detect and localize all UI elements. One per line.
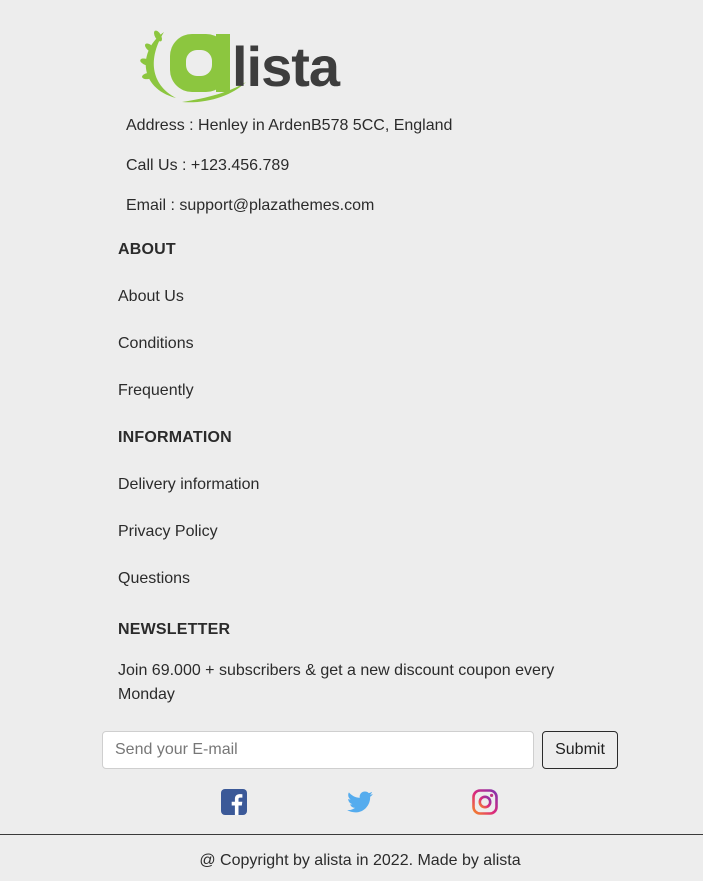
link-delivery-information[interactable]: Delivery information: [118, 475, 259, 495]
newsletter-submit-button[interactable]: Submit: [542, 731, 618, 769]
link-about-us[interactable]: About Us: [118, 287, 184, 307]
facebook-icon[interactable]: [220, 788, 248, 816]
information-heading: INFORMATION: [118, 429, 232, 446]
about-heading: ABOUT: [118, 241, 176, 258]
newsletter-email-input[interactable]: [102, 731, 534, 769]
link-frequently[interactable]: Frequently: [118, 381, 194, 401]
contact-phone: Call Us : +123.456.789: [126, 157, 290, 174]
newsletter-heading: NEWSLETTER: [118, 621, 231, 638]
footer-page: lista Address : Henley in ArdenB578 5CC,…: [0, 0, 703, 881]
alista-logo[interactable]: lista: [134, 22, 374, 106]
logo-text: lista: [232, 35, 341, 98]
copyright-text: @ Copyright by alista in 2022. Made by a…: [199, 852, 521, 869]
twitter-icon[interactable]: [346, 788, 374, 816]
link-privacy-policy[interactable]: Privacy Policy: [118, 522, 218, 542]
newsletter-description: Join 69.000 + subscribers & get a new di…: [118, 662, 555, 703]
contact-email: Email : support@plazathemes.com: [126, 197, 375, 214]
contact-address: Address : Henley in ArdenB578 5CC, Engla…: [126, 117, 453, 134]
instagram-icon[interactable]: [471, 788, 499, 816]
link-conditions[interactable]: Conditions: [118, 334, 194, 354]
link-questions[interactable]: Questions: [118, 569, 190, 589]
footer-divider: [0, 834, 703, 835]
